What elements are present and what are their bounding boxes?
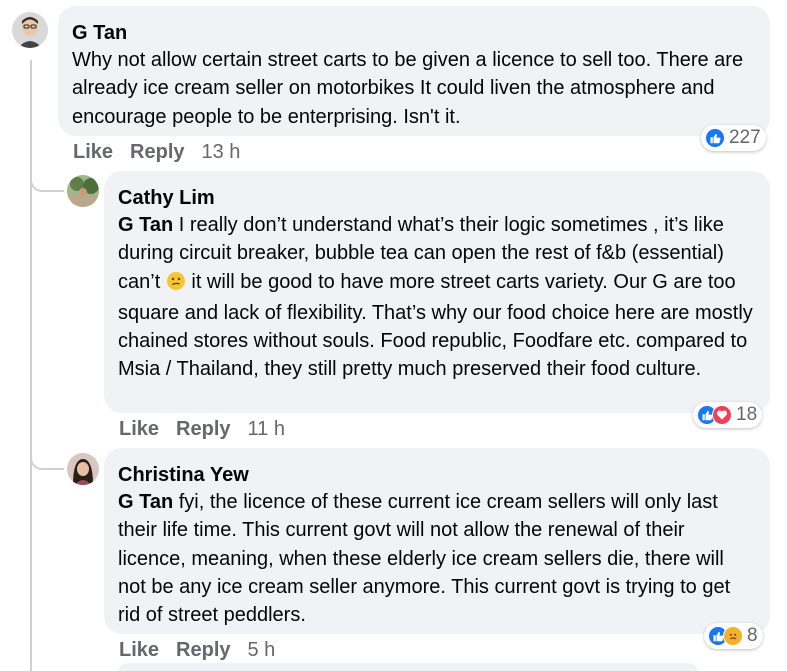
confused-emoji-icon bbox=[166, 271, 186, 299]
next-comment-bubble-partial bbox=[118, 663, 698, 671]
reaction-count: 8 bbox=[747, 625, 758, 646]
comment-author[interactable]: G Tan bbox=[72, 20, 754, 46]
comment-bubble: G Tan Why not allow certain street carts… bbox=[58, 6, 770, 136]
sad-icon bbox=[723, 626, 743, 646]
like-button[interactable]: Like bbox=[119, 418, 159, 441]
comment-text-part: fyi, the licence of these current ice cr… bbox=[118, 491, 731, 627]
comment-text: G Tan I really don’t understand what’s t… bbox=[118, 211, 754, 384]
timestamp[interactable]: 5 h bbox=[248, 639, 276, 662]
comment-text-part: it will be good to have more street cart… bbox=[118, 270, 753, 381]
comment-text: G Tan fyi, the licence of these current … bbox=[118, 488, 754, 629]
reply-connector bbox=[30, 170, 64, 192]
like-button[interactable]: Like bbox=[119, 639, 159, 662]
avatar-icon bbox=[67, 175, 99, 207]
like-icon bbox=[705, 128, 725, 148]
timestamp[interactable]: 13 h bbox=[202, 141, 241, 164]
reaction-count: 227 bbox=[729, 127, 761, 148]
reply-button[interactable]: Reply bbox=[176, 418, 230, 441]
love-icon bbox=[712, 405, 732, 425]
comment-author[interactable]: Christina Yew bbox=[118, 462, 754, 488]
comment-bubble: Cathy Lim G Tan I really don’t understan… bbox=[104, 171, 770, 413]
comment-actions: Like Reply 5 h bbox=[119, 639, 292, 662]
avatar-cathy-lim[interactable] bbox=[67, 175, 99, 207]
mention-link[interactable]: G Tan bbox=[118, 491, 173, 513]
mention-link[interactable]: G Tan bbox=[118, 214, 173, 236]
reaction-summary[interactable]: 227 bbox=[701, 125, 766, 151]
reaction-summary[interactable]: 18 bbox=[693, 402, 763, 428]
comment-bubble: Christina Yew G Tan fyi, the licence of … bbox=[104, 448, 770, 634]
comment-actions: Like Reply 11 h bbox=[119, 418, 302, 441]
comment-actions: Like Reply 13 h bbox=[73, 141, 257, 164]
reply-button[interactable]: Reply bbox=[176, 639, 230, 662]
reaction-count: 18 bbox=[736, 404, 758, 425]
avatar-christina-yew[interactable] bbox=[67, 453, 99, 485]
timestamp[interactable]: 11 h bbox=[248, 418, 285, 441]
reply-connector bbox=[30, 448, 64, 470]
avatar-g-tan[interactable] bbox=[12, 12, 48, 48]
thread-line bbox=[30, 60, 32, 671]
like-button[interactable]: Like bbox=[73, 141, 113, 164]
avatar-icon bbox=[12, 12, 48, 48]
comment-author[interactable]: Cathy Lim bbox=[118, 185, 754, 211]
reaction-summary[interactable]: 8 bbox=[704, 623, 763, 649]
avatar-icon bbox=[67, 453, 99, 485]
comment-text: Why not allow certain street carts to be… bbox=[72, 49, 744, 128]
reply-button[interactable]: Reply bbox=[130, 141, 184, 164]
